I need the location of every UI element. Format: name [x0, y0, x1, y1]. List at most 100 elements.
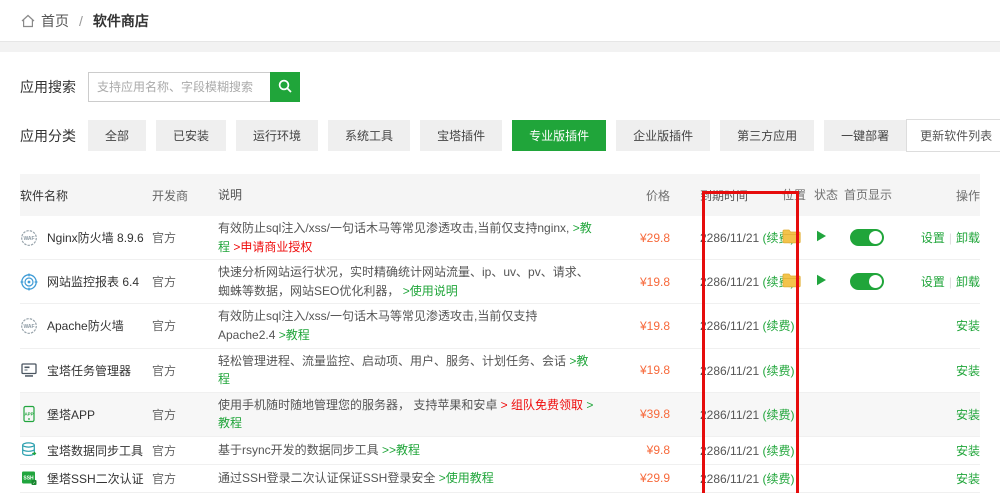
homepage-toggle[interactable]: [850, 229, 884, 246]
breadcrumb: 首页 / 软件商店: [20, 11, 149, 31]
settings-link[interactable]: 设置: [921, 231, 945, 245]
category-tab-7[interactable]: 企业版插件: [616, 120, 710, 151]
table-row: 网站监控报表 6.4 官方快速分析网站运行状况，实时精确统计网站流量、ip、uv、…: [20, 260, 980, 304]
renew-link[interactable]: (续费): [759, 364, 794, 378]
column-header-9: 操作: [892, 187, 980, 204]
install-link[interactable]: 安装: [956, 408, 980, 422]
category-tab-4[interactable]: 系统工具: [328, 120, 410, 151]
expire-date: 2286/11/21: [700, 275, 759, 289]
category-section: 应用分类 全部已安装运行环境系统工具宝塔插件专业版插件企业版插件第三方应用一键部…: [20, 119, 980, 152]
breadcrumb-home[interactable]: 首页: [41, 11, 69, 31]
renew-link[interactable]: (续费): [759, 444, 794, 458]
breadcrumb-separator: /: [79, 13, 83, 29]
svg-text:✓: ✓: [33, 481, 36, 485]
renew-link[interactable]: (续费): [759, 408, 794, 422]
price: ¥19.8: [602, 319, 670, 333]
search-group: [88, 72, 300, 102]
category-tab-6[interactable]: 专业版插件: [512, 120, 606, 151]
price: ¥29.9: [602, 471, 670, 485]
play-icon[interactable]: [814, 273, 828, 290]
play-icon[interactable]: [814, 229, 828, 246]
tutorial-link[interactable]: >>教程: [382, 443, 420, 457]
uninstall-link[interactable]: 卸载: [956, 275, 980, 289]
update-software-list-button[interactable]: 更新软件列表: [906, 119, 1000, 152]
column-header-2: 开发商: [152, 187, 218, 204]
table-header-row: 软件名称开发商说明价格到期时间位置状态首页显示操作: [20, 174, 980, 216]
homepage-toggle[interactable]: [850, 273, 884, 290]
price: ¥19.8: [602, 363, 670, 377]
category-tab-8[interactable]: 第三方应用: [720, 120, 814, 151]
column-header-5: 到期时间: [670, 187, 782, 204]
ops-separator: |: [949, 275, 952, 289]
svg-text:WAF: WAF: [23, 324, 34, 330]
column-header-3: 说明: [218, 186, 602, 205]
column-header-7: 状态: [814, 187, 842, 204]
search-input[interactable]: [88, 72, 270, 102]
folder-icon[interactable]: [782, 273, 801, 291]
category-tab-3[interactable]: 运行环境: [236, 120, 318, 151]
description-text: 基于rsync开发的数据同步工具: [218, 443, 382, 457]
tutorial-link[interactable]: >使用教程: [439, 471, 494, 485]
price: ¥39.8: [602, 407, 670, 421]
app-name: 网站监控报表 6.4: [47, 273, 139, 290]
app-name: 堡塔APP: [47, 406, 95, 423]
task-monitor-icon: [20, 361, 38, 379]
expire-date: 2286/11/21: [700, 444, 759, 458]
app-name: Nginx防火墙 8.9.6: [47, 229, 144, 246]
category-tab-9[interactable]: 一键部署: [824, 120, 906, 151]
monitor-target-icon: [20, 273, 38, 291]
developer: 官方: [152, 229, 218, 246]
install-link[interactable]: 安装: [956, 364, 980, 378]
promo-link[interactable]: > 组队免费领取: [501, 398, 583, 412]
price: ¥29.8: [602, 231, 670, 245]
search-button[interactable]: [270, 72, 300, 102]
developer: 官方: [152, 317, 218, 334]
settings-link[interactable]: 设置: [921, 275, 945, 289]
tutorial-link[interactable]: >教程: [279, 328, 310, 342]
description: 有效防止sql注入/xss/一句话木马等常见渗透攻击,当前仅支持Apache2.…: [218, 307, 602, 344]
expire-date: 2286/11/21: [700, 472, 759, 486]
waf-badge-icon: WAF: [20, 317, 38, 335]
tutorial-link[interactable]: >使用说明: [403, 284, 458, 298]
category-tab-5[interactable]: 宝塔插件: [420, 120, 502, 151]
page-title: 软件商店: [93, 11, 149, 31]
expire-date: 2286/11/21: [700, 408, 759, 422]
description-text: 有效防止sql注入/xss/一句话木马等常见渗透攻击,当前仅支持Apache2.…: [218, 309, 537, 342]
ops-separator: |: [949, 231, 952, 245]
app-name: Apache防火墙: [47, 317, 124, 334]
description-text: 通过SSH登录二次认证保证SSH登录安全: [218, 471, 439, 485]
install-link[interactable]: 安装: [956, 444, 980, 458]
expire-date: 2286/11/21: [700, 231, 759, 245]
category-buttons: 全部已安装运行环境系统工具宝塔插件专业版插件企业版插件第三方应用一键部署: [88, 120, 906, 151]
top-bar: 首页 / 软件商店: [0, 0, 1000, 42]
svg-text:WAF: WAF: [23, 236, 34, 242]
table-row: 宝塔数据同步工具官方基于rsync开发的数据同步工具 >>教程¥9.82286/…: [20, 437, 980, 465]
app-name: 宝塔数据同步工具: [47, 442, 143, 459]
renew-link[interactable]: (续费): [759, 472, 794, 486]
install-link[interactable]: 安装: [956, 472, 980, 486]
main-content: 应用搜索 应用分类 全部已安装运行环境系统工具宝塔插件专业版插件企业版插件第三方…: [0, 72, 1000, 493]
developer: 官方: [152, 470, 218, 487]
description-text: 轻松管理进程、流量监控、启动项、用户、服务、计划任务、会话: [218, 354, 569, 368]
expire-date: 2286/11/21: [700, 319, 759, 333]
home-icon: [20, 13, 36, 29]
description: 使用手机随时随地管理您的服务器， 支持苹果和安卓 > 组队免费领取 > 教程: [218, 396, 602, 433]
folder-icon[interactable]: [782, 229, 801, 247]
description-text: 有效防止sql注入/xss/一句话木马等常见渗透攻击,当前仅支持nginx,: [218, 221, 573, 235]
category-tab-1[interactable]: 全部: [88, 120, 146, 151]
developer: 官方: [152, 362, 218, 379]
uninstall-link[interactable]: 卸载: [956, 231, 980, 245]
developer: 官方: [152, 273, 218, 290]
price: ¥19.8: [602, 275, 670, 289]
install-link[interactable]: 安装: [956, 319, 980, 333]
category-tab-2[interactable]: 已安装: [156, 120, 226, 151]
column-header-1: 软件名称: [20, 187, 152, 204]
app-phone-icon: APP: [20, 405, 38, 423]
promo-link[interactable]: >申请商业授权: [233, 240, 312, 254]
software-table: 软件名称开发商说明价格到期时间位置状态首页显示操作 WAF Nginx防火墙 8.…: [20, 174, 980, 493]
description: 快速分析网站运行状况，实时精确统计网站流量、ip、uv、pv、请求、蜘蛛等数据，…: [218, 263, 602, 300]
database-sync-icon: [20, 441, 38, 459]
renew-link[interactable]: (续费): [759, 319, 794, 333]
expire-date: 2286/11/21: [700, 364, 759, 378]
divider-strip: [0, 42, 1000, 52]
